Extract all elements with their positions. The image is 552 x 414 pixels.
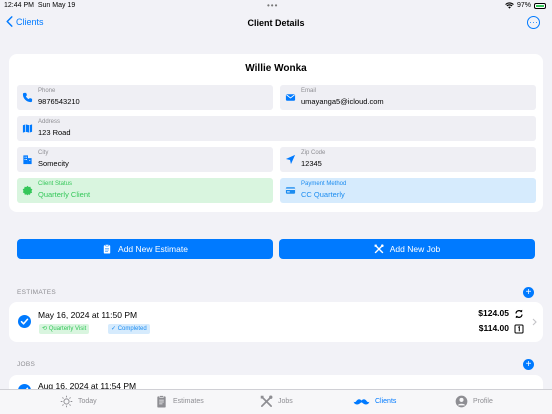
wifi-icon xyxy=(505,2,514,9)
add-new-estimate-label: Add New Estimate xyxy=(118,244,188,254)
status-indicators: 97% xyxy=(505,2,546,9)
add-job-plus-button[interactable]: + xyxy=(523,359,534,370)
client-name: Willie Wonka xyxy=(245,63,307,74)
payment-method-field[interactable]: Payment Method CC Quarterly xyxy=(280,178,536,203)
map-icon xyxy=(22,124,33,133)
multitasking-dots-icon[interactable]: ••• xyxy=(267,1,278,10)
status-time-date: 12:44 PM Sun May 19 xyxy=(4,2,76,9)
phone-value: 9876543210 xyxy=(38,97,80,106)
status-bar: 12:44 PM Sun May 19 ••• 97% xyxy=(0,0,552,12)
chevron-right-icon xyxy=(532,318,537,326)
email-field[interactable]: Email umayanga5@icloud.com xyxy=(280,85,536,110)
status-badge-icon xyxy=(22,185,33,196)
tab-bar: Today Estimates Jobs Clients Profile xyxy=(0,389,552,414)
tab-jobs-label: Jobs xyxy=(278,398,293,405)
sun-icon xyxy=(60,395,73,408)
tools-icon xyxy=(260,395,273,407)
zip-code-label: Zip Code xyxy=(301,150,326,156)
city-label: City xyxy=(38,150,49,156)
estimate-list-item[interactable]: May 16, 2024 at 11:50 PM ⟲ Quarterly Vis… xyxy=(9,302,543,342)
client-status-field[interactable]: Client Status Quarterly Client xyxy=(17,178,273,203)
clipboard-icon xyxy=(103,244,111,254)
jobs-section-header: JOBS xyxy=(17,361,36,368)
client-info-card: Willie Wonka Phone 9876543210 Email umay… xyxy=(9,54,543,212)
tab-profile-label: Profile xyxy=(473,398,493,405)
zip-code-value: 12345 xyxy=(301,159,322,168)
credit-card-icon xyxy=(285,187,296,194)
mustache-icon xyxy=(353,399,370,405)
tab-clients[interactable]: Clients xyxy=(353,395,396,408)
add-new-estimate-button[interactable]: Add New Estimate xyxy=(17,239,273,259)
payment-method-value: CC Quarterly xyxy=(301,190,345,199)
payment-method-label: Payment Method xyxy=(301,181,347,187)
add-new-job-button[interactable]: Add New Job xyxy=(279,239,535,259)
recurring-price: $124.05 xyxy=(478,308,509,318)
checkmark-circle-icon xyxy=(18,315,31,328)
more-options-button[interactable] xyxy=(527,16,540,29)
city-field[interactable]: City Somecity xyxy=(17,147,273,172)
estimates-section-header: ESTIMATES xyxy=(17,289,57,296)
one-time-price: $114.00 xyxy=(478,323,509,333)
person-icon xyxy=(455,395,468,408)
email-value: umayanga5@icloud.com xyxy=(301,97,384,106)
add-estimate-plus-button[interactable]: + xyxy=(523,287,534,298)
completed-tag: ✓ Completed xyxy=(108,324,150,334)
estimate-date: May 16, 2024 at 11:50 PM xyxy=(38,310,138,320)
check-icon: ✓ xyxy=(111,326,117,332)
email-label: Email xyxy=(301,88,317,94)
page-title: Client Details xyxy=(247,18,305,28)
client-status-value: Quarterly Client xyxy=(38,190,91,199)
envelope-icon xyxy=(285,94,296,101)
city-value: Somecity xyxy=(38,159,69,168)
navigation-bar: Clients Client Details xyxy=(0,12,552,36)
quarterly-visit-tag: ⟲ Quarterly Visit xyxy=(39,324,90,334)
phone-icon xyxy=(22,92,33,103)
client-status-label: Client Status xyxy=(38,181,73,187)
building-icon xyxy=(23,155,32,165)
phone-label: Phone xyxy=(38,88,56,94)
address-label: Address xyxy=(38,119,61,125)
zip-code-field[interactable]: Zip Code 12345 xyxy=(280,147,536,172)
address-field[interactable]: Address 123 Road xyxy=(17,116,536,141)
recurring-icon: ⟲ xyxy=(42,326,48,332)
tab-today[interactable]: Today xyxy=(60,395,97,408)
tab-jobs[interactable]: Jobs xyxy=(260,395,293,408)
add-new-job-label: Add New Job xyxy=(389,244,441,254)
repeat-icon xyxy=(515,309,523,319)
tools-icon xyxy=(374,244,384,254)
battery-icon xyxy=(534,2,546,9)
address-value: 123 Road xyxy=(38,128,71,137)
tab-clients-label: Clients xyxy=(375,398,397,405)
clipboard-icon xyxy=(157,395,166,408)
tab-estimates-label: Estimates xyxy=(173,398,204,405)
location-arrow-icon xyxy=(285,154,296,165)
battery-percent: 97% xyxy=(516,2,531,9)
phone-field[interactable]: Phone 9876543210 xyxy=(17,85,273,110)
tab-profile[interactable]: Profile xyxy=(455,395,493,408)
tab-estimates[interactable]: Estimates xyxy=(155,395,204,408)
tab-today-label: Today xyxy=(78,398,97,405)
calendar-one-icon xyxy=(514,324,524,334)
